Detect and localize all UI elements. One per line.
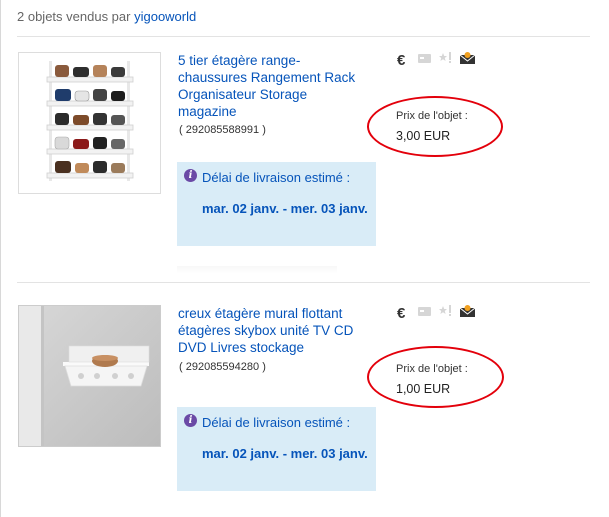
shipping-box-icon bbox=[417, 51, 432, 69]
divider bbox=[17, 36, 590, 37]
item-number: ( 292085594280 ) bbox=[179, 361, 266, 373]
shipping-box-icon bbox=[417, 304, 432, 322]
item-title-link[interactable]: 5 tier étagère range-chaussures Rangemen… bbox=[178, 52, 368, 120]
feedback-star-icon bbox=[438, 51, 453, 70]
sold-count-text: 2 objets vendus par bbox=[17, 9, 131, 24]
item-status-icons: € bbox=[397, 51, 476, 70]
price-highlight-ring bbox=[367, 346, 504, 408]
seller-link[interactable]: yigooworld bbox=[134, 9, 196, 24]
delivery-estimate-box: i Délai de livraison estimé : mar. 02 ja… bbox=[177, 162, 376, 246]
item-title-link[interactable]: creux étagère mural flottant étagères sk… bbox=[178, 305, 368, 356]
sold-items-header: 2 objets vendus par yigooworld bbox=[17, 9, 196, 24]
delivery-date: mar. 02 janv. - mer. 03 janv. bbox=[202, 446, 368, 461]
delivery-label: Délai de livraison estimé : bbox=[202, 415, 351, 430]
fade-separator bbox=[177, 266, 337, 274]
left-border bbox=[0, 0, 1, 517]
price-highlight-ring bbox=[367, 96, 503, 157]
sold-item: creux étagère mural flottant étagères sk… bbox=[17, 304, 597, 515]
euro-icon: € bbox=[397, 51, 406, 69]
envelope-icon bbox=[459, 304, 476, 323]
euro-icon: € bbox=[397, 304, 406, 322]
divider bbox=[17, 282, 590, 283]
delivery-date: mar. 02 janv. - mer. 03 janv. bbox=[202, 201, 368, 216]
item-number: ( 292085588991 ) bbox=[179, 124, 266, 136]
item-thumbnail[interactable] bbox=[18, 52, 161, 194]
sold-item: 5 tier étagère range-chaussures Rangemen… bbox=[17, 51, 597, 274]
info-icon: i bbox=[184, 169, 197, 182]
info-icon: i bbox=[184, 414, 197, 427]
feedback-star-icon bbox=[438, 304, 453, 323]
item-status-icons: € bbox=[397, 304, 476, 323]
envelope-icon bbox=[459, 51, 476, 70]
item-thumbnail[interactable] bbox=[18, 305, 161, 447]
delivery-label: Délai de livraison estimé : bbox=[202, 170, 351, 185]
delivery-estimate-box: i Délai de livraison estimé : mar. 02 ja… bbox=[177, 407, 376, 491]
